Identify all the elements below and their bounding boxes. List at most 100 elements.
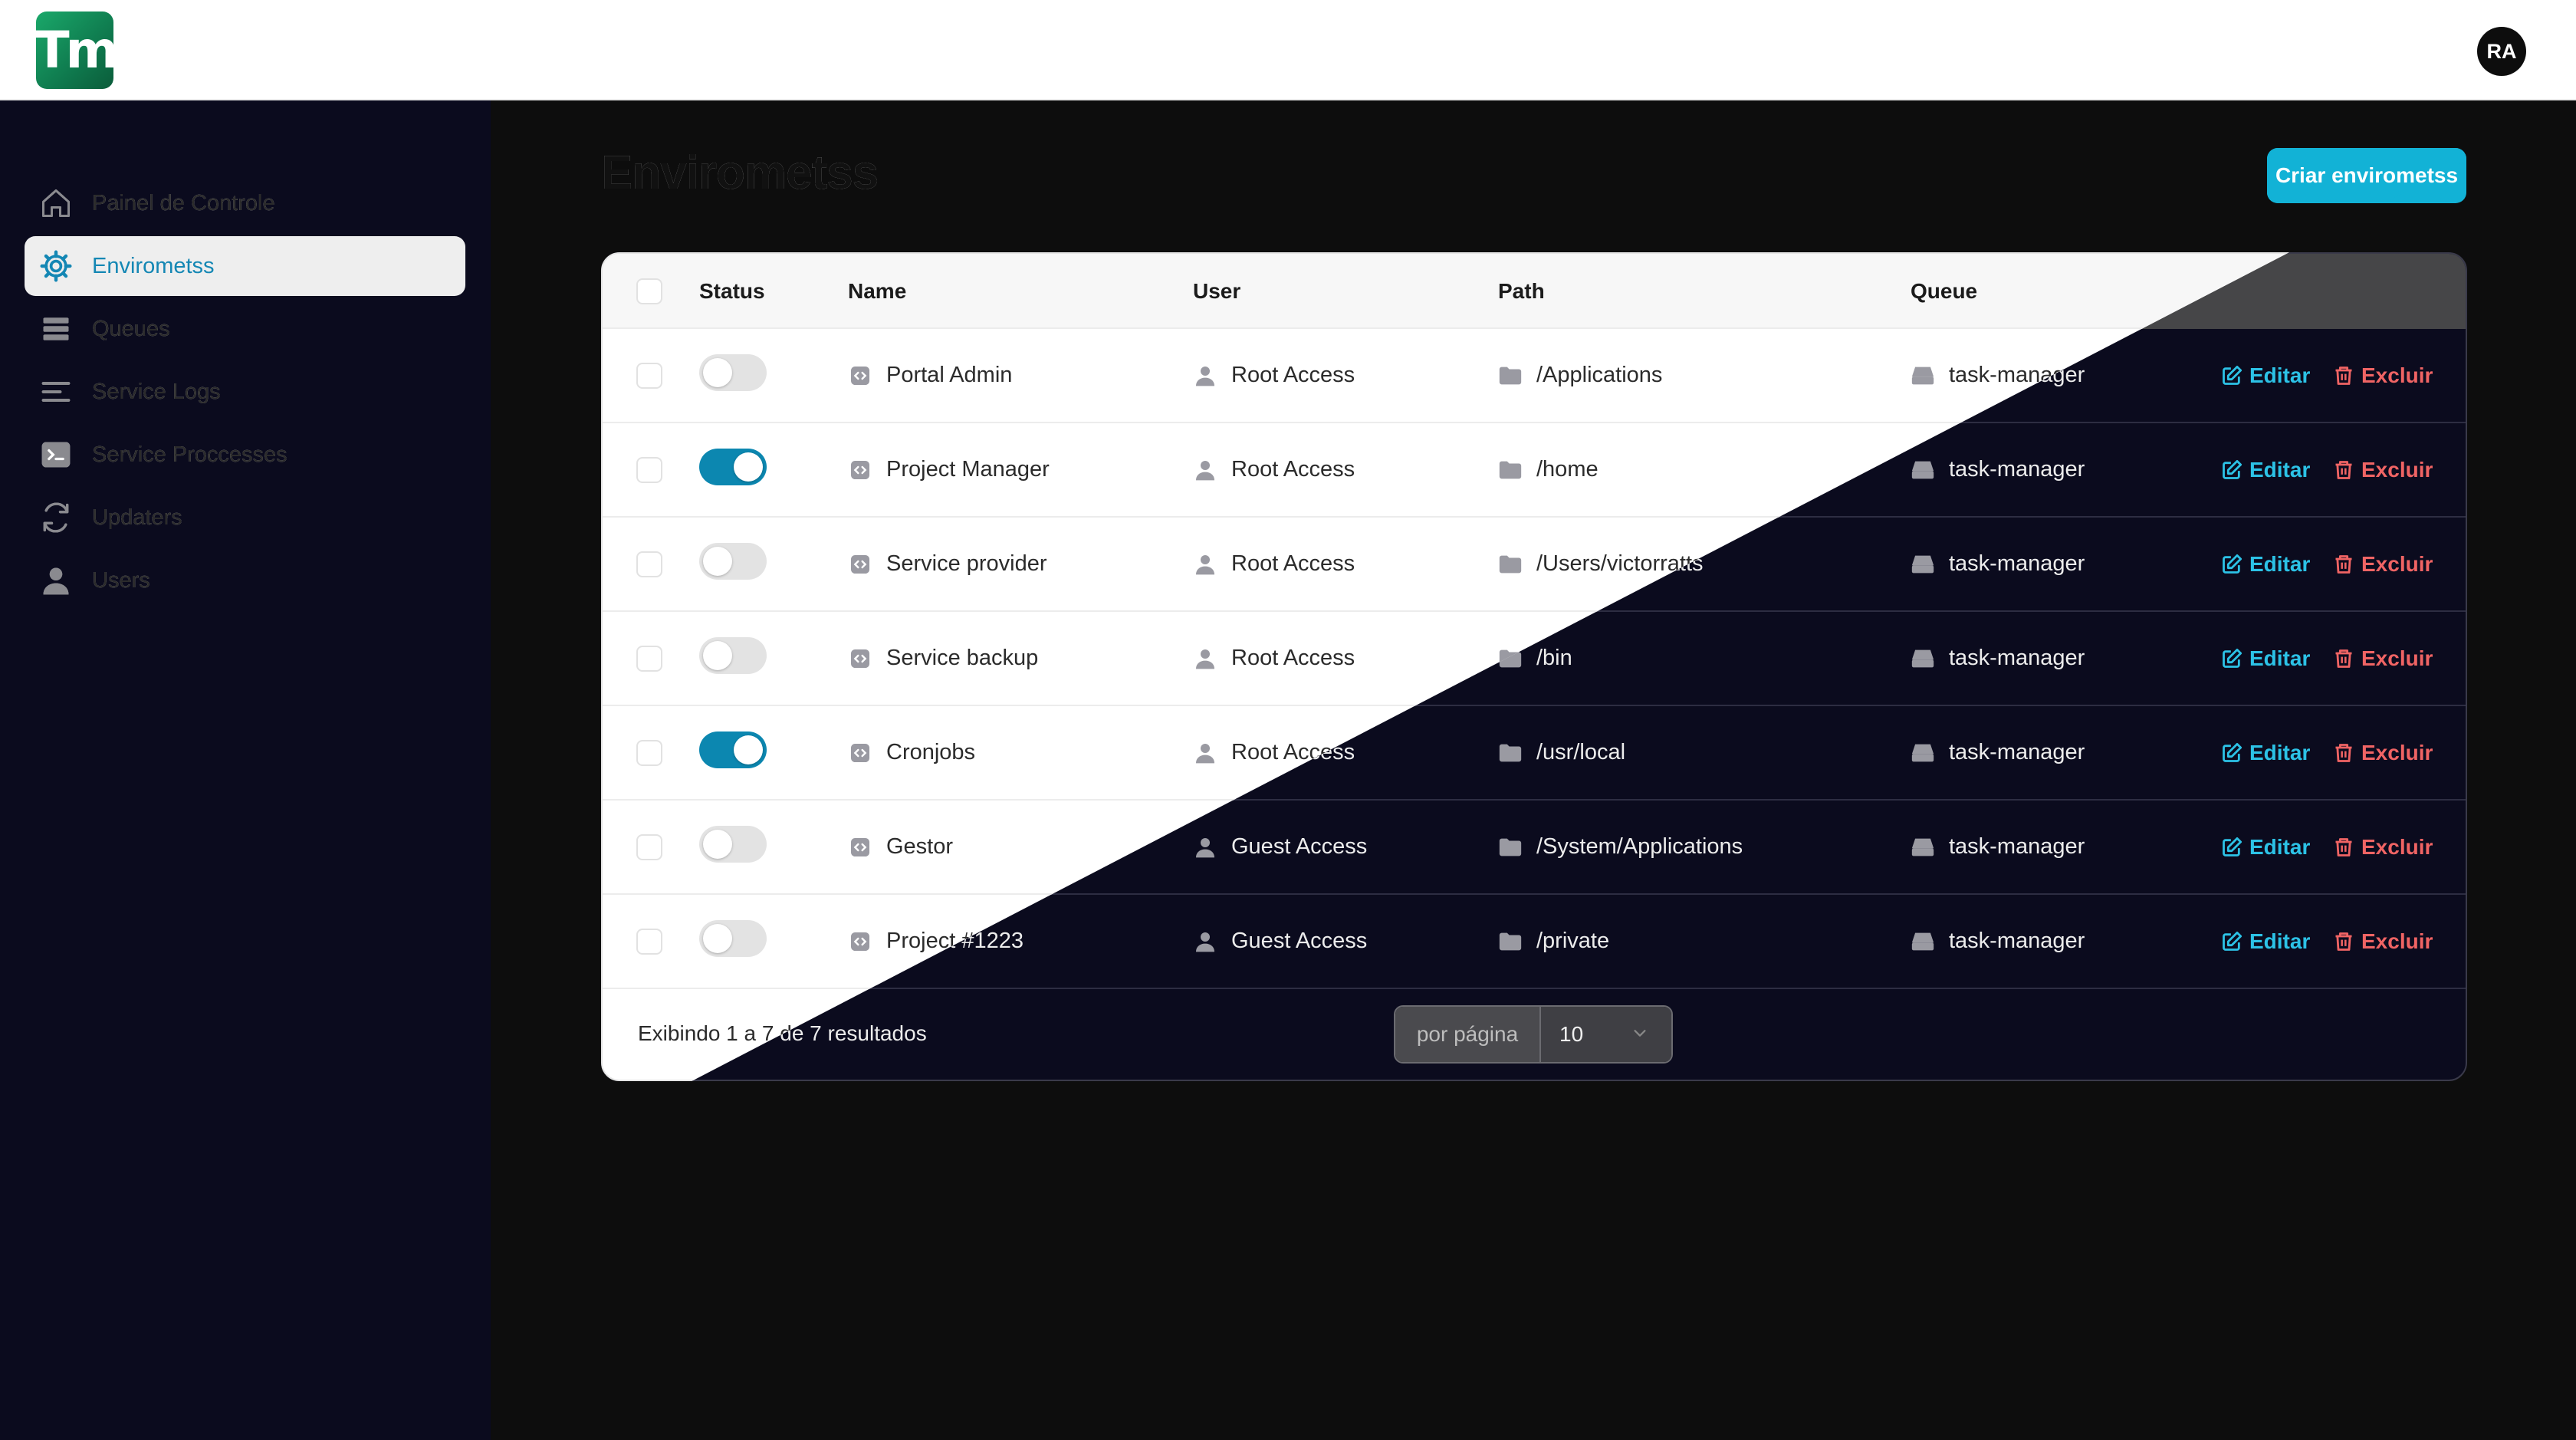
name-cell[interactable]: Project Manager — [846, 423, 1050, 516]
name-cell[interactable]: Service backup — [846, 612, 1038, 705]
environment-user: Root Access — [1231, 551, 1355, 576]
queue-cell: task-manager — [1909, 518, 2085, 610]
sidebar-item-label: Service Logs — [92, 379, 221, 404]
top-bar: Tm RA — [0, 0, 2576, 100]
status-toggle[interactable] — [699, 543, 767, 580]
sidebar-item-users[interactable]: Users — [25, 551, 465, 610]
delete-button[interactable]: Excluir — [2332, 801, 2433, 893]
edit-button[interactable]: Editar — [2220, 612, 2310, 705]
status-toggle[interactable] — [699, 449, 767, 485]
edit-button[interactable]: Editar — [2220, 518, 2310, 610]
trash-icon — [2332, 459, 2355, 482]
column-header-user[interactable]: User — [1193, 254, 1240, 329]
row-checkbox[interactable] — [636, 646, 662, 672]
edit-label: Editar — [2249, 740, 2311, 764]
folder-icon — [1497, 833, 1524, 861]
delete-button[interactable]: Excluir — [2332, 329, 2433, 422]
edit-icon — [2220, 647, 2243, 670]
server-icon — [1909, 739, 1937, 767]
per-page-select[interactable]: por página 10 — [1394, 1005, 1673, 1064]
person-icon — [1191, 362, 1219, 390]
code-icon — [846, 928, 874, 955]
status-toggle[interactable] — [699, 920, 767, 957]
sidebar-item-label: Queues — [92, 316, 170, 341]
environment-name: Project Manager — [886, 457, 1050, 482]
edit-button[interactable]: Editar — [2220, 329, 2310, 422]
refresh-icon — [38, 500, 74, 535]
edit-label: Editar — [2249, 834, 2311, 859]
environment-path: /System/Applications — [1536, 834, 1743, 859]
status-toggle[interactable] — [699, 354, 767, 391]
delete-label: Excluir — [2361, 929, 2433, 953]
edit-icon — [2220, 459, 2243, 482]
delete-button[interactable]: Excluir — [2332, 612, 2433, 705]
row-checkbox[interactable] — [636, 740, 662, 766]
environment-name: Gestor — [886, 834, 954, 859]
environment-path: /Applications — [1536, 363, 1663, 387]
select-all-checkbox[interactable] — [636, 278, 662, 304]
app-logo[interactable]: Tm — [35, 12, 118, 89]
environment-name: Portal Admin — [886, 363, 1013, 387]
delete-label: Excluir — [2361, 457, 2433, 482]
per-page-value[interactable]: 10 — [1541, 1007, 1671, 1062]
delete-button[interactable]: Excluir — [2332, 895, 2433, 988]
edit-button[interactable]: Editar — [2220, 423, 2310, 516]
row-checkbox[interactable] — [636, 929, 662, 955]
delete-button[interactable]: Excluir — [2332, 706, 2433, 799]
sidebar-item-envirometss[interactable]: Envirometss — [25, 236, 465, 296]
user-cell: Root Access — [1191, 612, 1355, 705]
trash-icon — [2332, 836, 2355, 859]
delete-button[interactable]: Excluir — [2332, 423, 2433, 516]
name-cell[interactable]: Service provider — [846, 518, 1047, 610]
name-cell[interactable]: Gestor — [846, 801, 953, 893]
column-header-status[interactable]: Status — [699, 254, 765, 329]
environment-name: Service provider — [886, 551, 1047, 576]
sidebar-item-service-logs[interactable]: Service Logs — [25, 362, 465, 422]
gear-icon — [38, 248, 74, 284]
environment-queue: task-manager — [1949, 646, 2085, 670]
user-cell: Root Access — [1191, 423, 1355, 516]
environment-user: Guest Access — [1231, 834, 1368, 859]
sidebar-item-queues[interactable]: Queues — [25, 299, 465, 359]
terminal-icon — [38, 437, 74, 472]
delete-label: Excluir — [2361, 363, 2433, 387]
column-header-queue[interactable]: Queue — [1911, 254, 1977, 329]
sidebar-item-label: Painel de Controle — [92, 190, 275, 215]
row-checkbox[interactable] — [636, 363, 662, 389]
sidebar-item-updaters[interactable]: Updaters — [25, 488, 465, 547]
name-cell[interactable]: Portal Admin — [846, 329, 1012, 422]
row-checkbox[interactable] — [636, 834, 662, 860]
environment-path: /home — [1536, 457, 1598, 482]
edit-icon — [2220, 741, 2243, 764]
row-checkbox[interactable] — [636, 551, 662, 577]
environment-path: /private — [1536, 929, 1610, 953]
edit-button[interactable]: Editar — [2220, 801, 2310, 893]
code-icon — [846, 645, 874, 672]
user-cell: Root Access — [1191, 329, 1355, 422]
person-icon — [1191, 551, 1219, 578]
edit-button[interactable]: Editar — [2220, 895, 2310, 988]
status-toggle[interactable] — [699, 637, 767, 674]
environment-name: Service backup — [886, 646, 1039, 670]
environment-queue: task-manager — [1949, 551, 2085, 576]
status-toggle[interactable] — [699, 826, 767, 863]
delete-button[interactable]: Excluir — [2332, 518, 2433, 610]
row-checkbox[interactable] — [636, 457, 662, 483]
user-avatar[interactable]: RA — [2477, 27, 2526, 76]
stack-icon — [38, 311, 74, 347]
edit-icon — [2220, 364, 2243, 387]
status-toggle[interactable] — [699, 732, 767, 768]
sidebar-item-painel-de-controle[interactable]: Painel de Controle — [25, 173, 465, 233]
name-cell[interactable]: Cronjobs — [846, 706, 975, 799]
delete-label: Excluir — [2361, 646, 2433, 670]
column-header-name[interactable]: Name — [848, 254, 906, 329]
sidebar-item-label: Updaters — [92, 505, 182, 530]
column-header-path[interactable]: Path — [1498, 254, 1545, 329]
path-cell: /Applications — [1497, 329, 1662, 422]
sidebar-item-label: Envirometss — [92, 253, 215, 278]
code-icon — [846, 551, 874, 578]
edit-button[interactable]: Editar — [2220, 706, 2310, 799]
sidebar-item-service-proccesses[interactable]: Service Proccesses — [25, 425, 465, 485]
edit-label: Editar — [2249, 551, 2311, 576]
folder-icon — [1497, 362, 1524, 390]
